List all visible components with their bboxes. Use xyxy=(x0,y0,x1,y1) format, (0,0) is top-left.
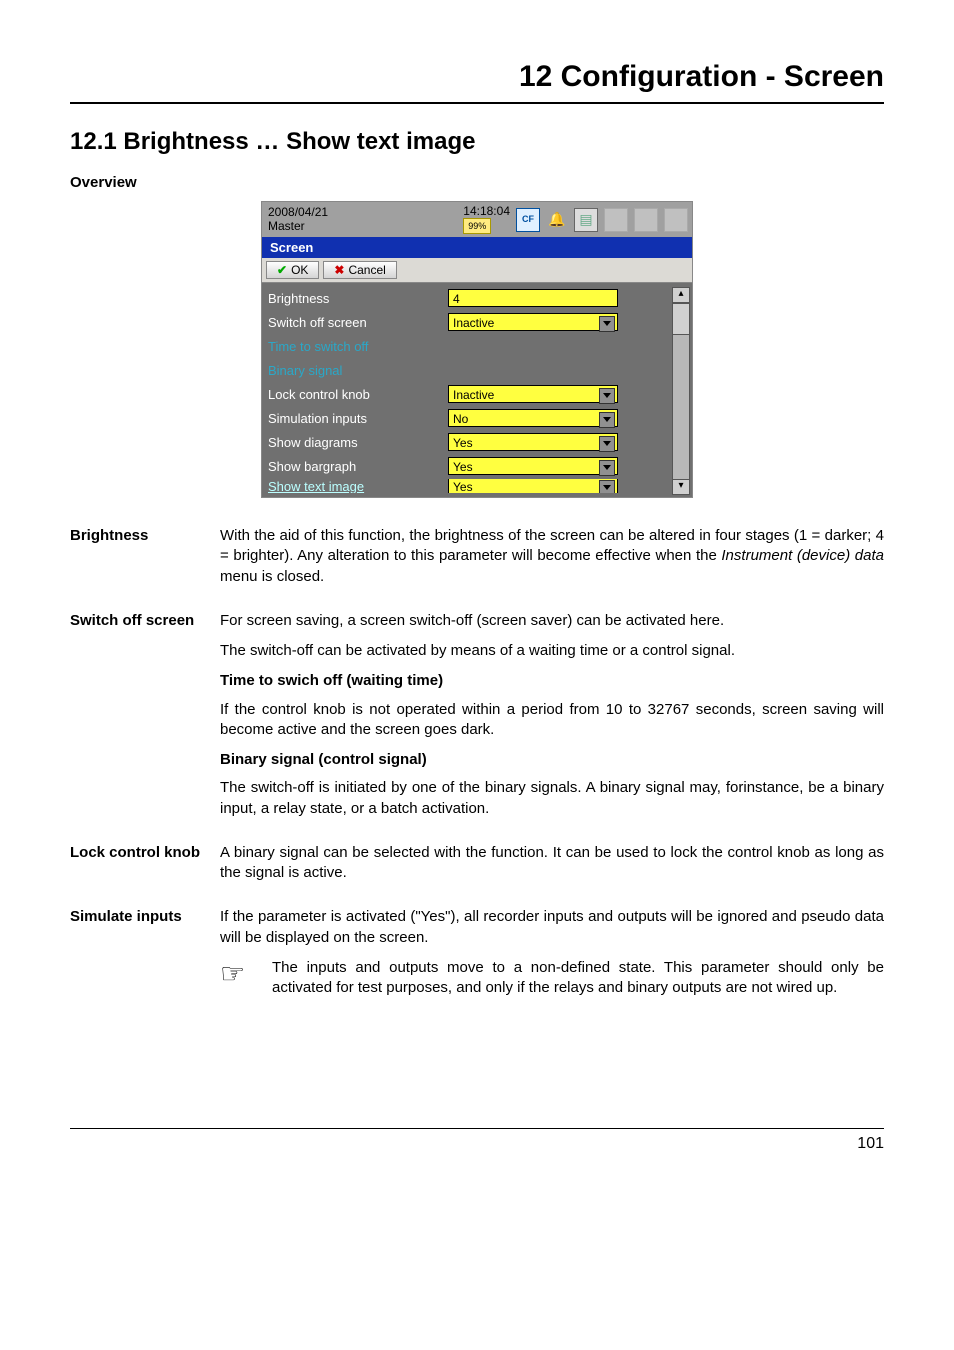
show-diagrams-field[interactable]: Yes xyxy=(448,433,618,451)
config-screen-window: 2008/04/21 Master 14:18:04 99% CF 🔔 ▤ Sc… xyxy=(261,201,693,498)
blank-icon xyxy=(664,208,688,232)
side-brightness: Brightness xyxy=(70,526,220,546)
brightness-text: With the aid of this function, the brigh… xyxy=(220,526,884,587)
header-percent: 99% xyxy=(463,218,491,234)
bell-icon: 🔔 xyxy=(546,209,568,231)
simulation-field[interactable]: No xyxy=(448,409,618,427)
switch-off-p2: The switch-off can be activated by means… xyxy=(220,641,884,661)
header-date: 2008/04/21 xyxy=(268,206,457,219)
switch-off-field[interactable]: Inactive xyxy=(448,313,618,331)
cancel-button-label: Cancel xyxy=(348,263,385,277)
switch-off-sub2: Binary signal (control signal) xyxy=(220,750,884,770)
blank-icon xyxy=(634,208,658,232)
time-to-switch-label: Time to switch off xyxy=(268,339,448,354)
x-icon: ✖ xyxy=(334,263,344,277)
header-master: Master xyxy=(268,220,457,233)
chapter-title: 12 Configuration - Screen xyxy=(70,60,884,94)
ok-button-label: OK xyxy=(291,263,308,277)
show-text-image-label: Show text image xyxy=(268,479,448,493)
side-lock-knob: Lock control knob xyxy=(70,843,220,863)
switch-off-p1: For screen saving, a screen switch-off (… xyxy=(220,611,884,631)
show-diagrams-label: Show diagrams xyxy=(268,435,448,450)
section-title: 12.1 Brightness … Show text image xyxy=(70,128,884,156)
simulate-note: The inputs and outputs move to a non-def… xyxy=(272,958,884,999)
header-time: 14:18:04 xyxy=(463,205,510,218)
chart-icon: ▤ xyxy=(574,208,598,232)
show-bargraph-field[interactable]: Yes xyxy=(448,457,618,475)
page-number: 101 xyxy=(70,1135,884,1153)
rule-thin xyxy=(70,1128,884,1129)
switch-off-p3: If the control knob is not operated with… xyxy=(220,700,884,741)
scroll-down-icon[interactable]: ▾ xyxy=(673,479,689,494)
show-text-image-field[interactable]: Yes xyxy=(448,479,618,493)
ok-button[interactable]: ✔ OK xyxy=(266,261,319,279)
scroll-up-icon[interactable]: ▴ xyxy=(673,288,689,303)
side-switch-off: Switch off screen xyxy=(70,611,220,631)
overview-label: Overview xyxy=(70,174,884,191)
check-icon: ✔ xyxy=(277,263,287,277)
switch-off-sub1: Time to swich off (waiting time) xyxy=(220,671,884,691)
button-row: ✔ OK ✖ Cancel xyxy=(262,258,692,283)
show-bargraph-label: Show bargraph xyxy=(268,459,448,474)
rule-thick xyxy=(70,102,884,104)
scroll-thumb[interactable] xyxy=(673,303,689,335)
switch-off-p4: The switch-off is initiated by one of th… xyxy=(220,778,884,819)
scrollbar[interactable]: ▴ ▾ xyxy=(672,287,690,495)
binary-signal-label: Binary signal xyxy=(268,363,448,378)
lock-knob-p1: A binary signal can be selected with the… xyxy=(220,843,884,884)
window-titlebar: Screen xyxy=(262,237,692,258)
lock-knob-field[interactable]: Inactive xyxy=(448,385,618,403)
brightness-label: Brightness xyxy=(268,291,448,306)
hand-icon: ☞ xyxy=(220,958,254,988)
simulation-label: Simulation inputs xyxy=(268,411,448,426)
simulate-p1: If the parameter is activated ("Yes"), a… xyxy=(220,907,884,948)
cf-card-icon: CF xyxy=(516,208,540,232)
lock-knob-label: Lock control knob xyxy=(268,387,448,402)
switch-off-label: Switch off screen xyxy=(268,315,448,330)
blank-icon xyxy=(604,208,628,232)
window-header: 2008/04/21 Master 14:18:04 99% CF 🔔 ▤ xyxy=(262,202,692,237)
side-simulate: Simulate inputs xyxy=(70,907,220,927)
window-body: Brightness 4 Switch off screen Inactive … xyxy=(262,283,692,497)
brightness-field[interactable]: 4 xyxy=(448,289,618,307)
cancel-button[interactable]: ✖ Cancel xyxy=(323,261,396,279)
